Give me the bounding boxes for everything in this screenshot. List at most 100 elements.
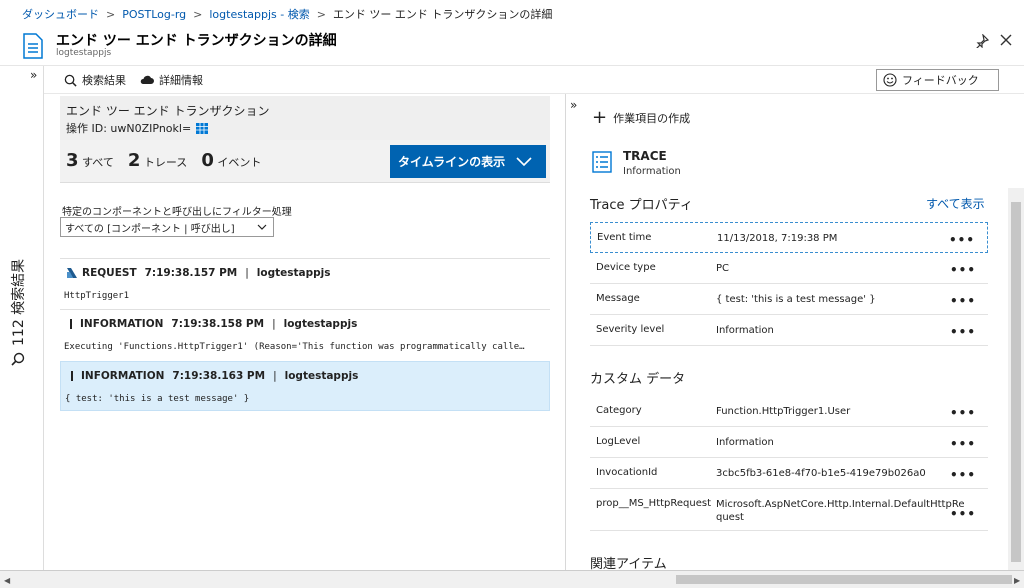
- command-bar: 検索結果 詳細情報 フィードバック: [44, 66, 1024, 94]
- search-results-button[interactable]: 検索結果: [64, 72, 126, 88]
- chevron-down-icon: [257, 224, 267, 230]
- scroll-left-icon[interactable]: ◀: [4, 576, 10, 585]
- prop-value: Function.HttpTrigger1.User: [716, 406, 851, 417]
- vertical-scrollbar[interactable]: [1008, 188, 1024, 570]
- count-events[interactable]: 0 イベント: [201, 150, 261, 171]
- search-icon: [11, 352, 25, 366]
- counts-summary: 3 すべて 2 トレース 0 イベント: [66, 150, 261, 171]
- custom-row-loglevel[interactable]: LogLevel Information •••: [590, 427, 988, 458]
- prop-value: 3cbc5fb3-61e8-4f70-b1e5-419e79b026a0: [716, 468, 926, 479]
- filter-label: 特定のコンポーネントと呼び出しにフィルター処理: [62, 207, 292, 218]
- count-all[interactable]: 3 すべて: [66, 150, 114, 171]
- item-body: { test: 'this is a test message' }: [65, 394, 250, 404]
- feedback-button[interactable]: フィードバック: [876, 69, 999, 91]
- horizontal-scroll-thumb[interactable]: [676, 575, 1012, 584]
- more-icon[interactable]: •••: [950, 263, 976, 277]
- filter-select[interactable]: すべての [コンポーネント | 呼び出し]: [60, 217, 274, 237]
- list-item-request[interactable]: REQUEST 7:19:38.157 PM | logtestappjs Ht…: [60, 258, 550, 308]
- trace-marker-icon: [70, 319, 72, 329]
- expand-panel-button[interactable]: »: [570, 98, 577, 112]
- item-app: logtestappjs: [284, 370, 359, 382]
- filter-select-value: すべての [コンポーネント | 呼び出し]: [65, 223, 235, 235]
- prop-key: prop__MS_HttpRequest: [596, 498, 712, 509]
- trace-details-panel: » + 作業項目の作成 TRACE Information Trace プロパテ…: [566, 94, 1008, 572]
- custom-row-http-request[interactable]: prop__MS_HttpRequest Microsoft.AspNetCor…: [590, 489, 988, 531]
- operation-id: 操作 ID: uwN0ZIPnokl=: [66, 120, 209, 136]
- prop-row-event-time[interactable]: Event time 11/13/2018, 7:19:38 PM •••: [590, 222, 988, 253]
- prop-row-message[interactable]: Message { test: 'this is a test message'…: [590, 284, 988, 315]
- custom-row-invocation-id[interactable]: InvocationId 3cbc5fb3-61e8-4f70-b1e5-419…: [590, 458, 988, 489]
- cloud-icon: [140, 75, 154, 84]
- close-icon[interactable]: [1000, 34, 1012, 46]
- more-icon[interactable]: •••: [950, 507, 976, 521]
- trace-list-icon: [592, 151, 612, 173]
- grid-icon[interactable]: [196, 122, 209, 134]
- divider: |: [273, 370, 277, 382]
- breadcrumb-dashboard[interactable]: ダッシュボード: [22, 6, 99, 22]
- more-icon[interactable]: •••: [949, 233, 975, 247]
- details-label: 詳細情報: [159, 74, 203, 87]
- prop-value: PC: [716, 263, 730, 274]
- prop-key: InvocationId: [596, 467, 658, 478]
- count-traces[interactable]: 2 トレース: [128, 150, 187, 171]
- trace-properties-heading: Trace プロパティ: [590, 198, 693, 213]
- item-app: logtestappjs: [256, 267, 331, 279]
- show-all-link[interactable]: すべて表示: [926, 195, 985, 212]
- search-results-label: 検索結果: [82, 74, 126, 87]
- vertical-scroll-thumb[interactable]: [1011, 202, 1021, 562]
- feedback-label: フィードバック: [902, 74, 979, 87]
- create-work-item-label: 作業項目の作成: [613, 112, 691, 125]
- more-icon[interactable]: •••: [950, 294, 976, 308]
- timeline-view-button[interactable]: タイムラインの表示: [390, 145, 546, 178]
- item-time: 7:19:38.158 PM: [171, 318, 265, 330]
- divider: |: [245, 267, 249, 279]
- search-icon: [64, 74, 77, 87]
- list-item-header: INFORMATION 7:19:38.163 PM | logtestappj…: [67, 370, 358, 382]
- count-all-label: すべて: [82, 156, 114, 169]
- prop-value: Microsoft.AspNetCore.Http.Internal.Defau…: [716, 499, 965, 523]
- details-button[interactable]: 詳細情報: [140, 72, 203, 88]
- operation-id-text: 操作 ID: uwN0ZIPnokl=: [66, 122, 192, 135]
- more-icon[interactable]: •••: [950, 406, 976, 420]
- trace-title: TRACE: [623, 149, 667, 163]
- chevron-right-icon: >: [316, 7, 326, 21]
- expand-rail-button[interactable]: »: [30, 68, 37, 82]
- timeline-view-label: タイムラインの表示: [398, 155, 506, 169]
- more-icon[interactable]: •••: [950, 437, 976, 451]
- list-item-header: REQUEST 7:19:38.157 PM | logtestappjs: [66, 267, 331, 279]
- prop-row-device-type[interactable]: Device type PC •••: [590, 253, 988, 284]
- scroll-right-icon[interactable]: ▶: [1014, 576, 1020, 585]
- trace-marker-icon: [71, 371, 73, 381]
- divider: |: [272, 318, 276, 330]
- prop-key: Event time: [597, 232, 652, 243]
- item-time: 7:19:38.157 PM: [144, 267, 238, 279]
- prop-key: Severity level: [596, 324, 665, 335]
- item-time: 7:19:38.163 PM: [172, 370, 266, 382]
- smiley-icon: [883, 73, 897, 87]
- list-item-trace[interactable]: INFORMATION 7:19:38.158 PM | logtestappj…: [60, 309, 550, 359]
- breadcrumb-resource-group[interactable]: POSTLog-rg: [122, 8, 186, 21]
- search-results-vertical-label[interactable]: 112 検索結果: [8, 259, 28, 366]
- item-type: INFORMATION: [80, 318, 164, 330]
- item-body: Executing 'Functions.HttpTrigger1' (Reas…: [64, 342, 525, 352]
- prop-row-severity[interactable]: Severity level Information •••: [590, 315, 988, 346]
- create-work-item-button[interactable]: + 作業項目の作成: [592, 109, 691, 127]
- more-icon[interactable]: •••: [950, 468, 976, 482]
- prop-key: Message: [596, 293, 640, 304]
- pin-icon[interactable]: [975, 34, 989, 48]
- list-item-trace-selected[interactable]: INFORMATION 7:19:38.163 PM | logtestappj…: [60, 361, 550, 411]
- custom-row-category[interactable]: Category Function.HttpTrigger1.User •••: [590, 396, 988, 427]
- chevron-down-icon: [516, 156, 532, 166]
- more-icon[interactable]: •••: [950, 325, 976, 339]
- transaction-header: エンド ツー エンド トランザクション 操作 ID: uwN0ZIPnokl=: [60, 96, 550, 142]
- transaction-heading: エンド ツー エンド トランザクション: [66, 104, 270, 118]
- prop-value: Information: [716, 437, 774, 448]
- item-type: REQUEST: [82, 267, 137, 279]
- count-all-number: 3: [66, 150, 79, 171]
- search-results-rail[interactable]: » 112 検索結果: [0, 66, 44, 570]
- prop-value: Information: [716, 325, 774, 336]
- count-traces-label: トレース: [143, 156, 188, 169]
- breadcrumb-search[interactable]: logtestappjs - 検索: [209, 6, 309, 22]
- horizontal-scrollbar[interactable]: ◀ ▶: [0, 570, 1024, 588]
- item-app: logtestappjs: [283, 318, 358, 330]
